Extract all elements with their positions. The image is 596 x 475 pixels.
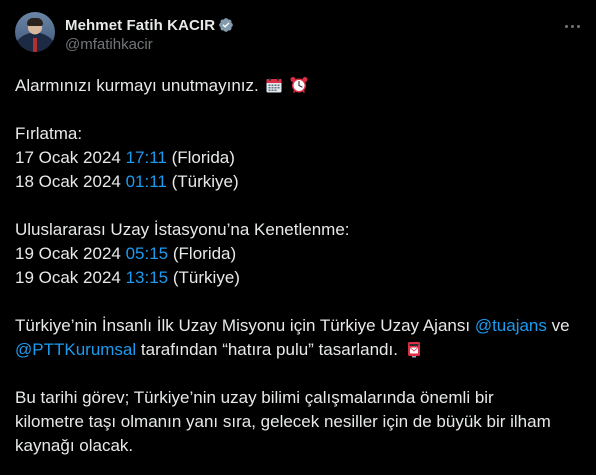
launch-time-link[interactable]: 01:11 [126, 172, 167, 191]
stamp-suffix: tarafından “hatıra pulu” tasarlandı. [140, 340, 398, 359]
launch-place: (Türkiye) [171, 172, 239, 191]
docking-date: 19 Ocak 2024 [15, 268, 121, 287]
closing-line: kaynağı olacak. [15, 436, 134, 455]
name-row: Mehmet Fatih KACIR [65, 15, 234, 35]
launch-date: 17 Ocak 2024 [15, 148, 121, 167]
tweet-line-alarm: Alarmınızı kurmayı unutmayınız. [15, 74, 580, 98]
docking-row: 19 Ocak 2024 13:15 (Türkiye) [15, 266, 580, 290]
author-handle[interactable]: @mfatihkacir [65, 35, 234, 55]
launch-time-link[interactable]: 17:11 [126, 148, 167, 167]
author-display-name[interactable]: Mehmet Fatih KACIR [65, 17, 215, 34]
stamp-para-line2: @PTTKurumsal tarafından “hatıra pulu” ta… [15, 338, 580, 362]
docking-time-link[interactable]: 05:15 [126, 244, 169, 263]
more-dot-icon [576, 24, 580, 28]
docking-date: 19 Ocak 2024 [15, 244, 121, 263]
docking-heading: Uluslararası Uzay İstasyonu’na Kenetlenm… [15, 220, 350, 239]
tweet-text: Alarmınızı kurmayı unutmayınız. Fırlatma… [15, 74, 580, 458]
calendar-icon [266, 78, 282, 93]
tweet: Mehmet Fatih KACIR @mfatihkacir Alarmını… [0, 0, 596, 475]
launch-row: 17 Ocak 2024 17:11 (Florida) [15, 146, 580, 170]
closing-line: kilometre taşı olmanın yanı sıra, gelece… [15, 412, 551, 431]
author-names: Mehmet Fatih KACIR @mfatihkacir [65, 12, 234, 55]
verified-badge-icon[interactable] [218, 17, 234, 33]
docking-place: (Florida) [172, 244, 237, 263]
more-options-button[interactable] [562, 16, 582, 36]
tweet-header: Mehmet Fatih KACIR @mfatihkacir [15, 12, 580, 60]
docking-time-link[interactable]: 13:15 [126, 268, 169, 287]
closing-line: Bu tarihi görev; Türkiye’nin uzay bilimi… [15, 388, 494, 407]
launch-heading: Fırlatma: [15, 124, 83, 143]
docking-place: (Türkiye) [172, 268, 240, 287]
stamp-middle: ve [551, 316, 570, 335]
stamp-prefix: Türkiye’nin İnsanlı İlk Uzay Misyonu içi… [15, 316, 471, 335]
more-dot-icon [570, 24, 574, 28]
avatar[interactable] [15, 12, 55, 52]
alarm-clock-icon [290, 77, 308, 93]
launch-place: (Florida) [171, 148, 235, 167]
stamp-para-line1: Türkiye’nin İnsanlı İlk Uzay Misyonu içi… [15, 314, 580, 338]
mention-pttkurumsal[interactable]: @PTTKurumsal [15, 340, 136, 359]
more-dot-icon [564, 24, 568, 28]
launch-row: 18 Ocak 2024 01:11 (Türkiye) [15, 170, 580, 194]
alarm-text: Alarmınızı kurmayı unutmayınız. [15, 76, 259, 95]
postbox-icon [407, 342, 420, 358]
docking-row: 19 Ocak 2024 05:15 (Florida) [15, 242, 580, 266]
mention-tuajans[interactable]: @tuajans [475, 316, 547, 335]
launch-date: 18 Ocak 2024 [15, 172, 121, 191]
